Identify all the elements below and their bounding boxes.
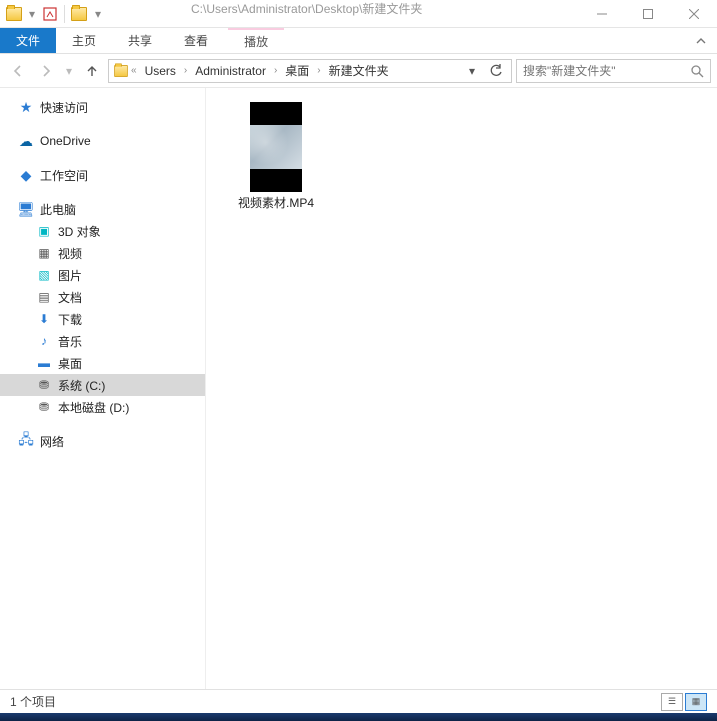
- nav-quick-access[interactable]: ★快速访问: [0, 96, 205, 118]
- window-title-path: C:\Users\Administrator\Desktop\新建文件夹: [179, 0, 579, 27]
- desktop-icon: ▬: [36, 355, 52, 371]
- chevron-icon[interactable]: ›: [317, 65, 320, 76]
- ribbon-collapse-icon[interactable]: [685, 28, 717, 53]
- new-folder-icon[interactable]: [67, 0, 91, 28]
- tab-play[interactable]: 播放: [228, 28, 284, 53]
- star-icon: ★: [18, 99, 34, 115]
- back-button[interactable]: [6, 59, 30, 83]
- folder-icon[interactable]: [2, 0, 26, 28]
- chevron-icon[interactable]: ›: [184, 65, 187, 76]
- up-button[interactable]: [80, 59, 104, 83]
- address-bar: ▾ « Users › Administrator › 桌面 › 新建文件夹 ▾: [0, 54, 717, 88]
- address-box[interactable]: « Users › Administrator › 桌面 › 新建文件夹 ▾: [108, 59, 512, 83]
- body: ★快速访问 ☁OneDrive ◆工作空间 🖥此电脑 ▣3D 对象 ▦视频 ▧图…: [0, 88, 717, 689]
- properties-icon[interactable]: [38, 0, 62, 28]
- quick-access-toolbar: ▾ ▾: [0, 0, 107, 28]
- ribbon-tabs: 文件 主页 共享 查看 播放: [0, 28, 717, 54]
- nav-downloads[interactable]: ⬇下载: [0, 308, 205, 330]
- nav-documents[interactable]: ▤文档: [0, 286, 205, 308]
- nav-network[interactable]: 🖧网络: [0, 430, 205, 452]
- qat-dropdown[interactable]: ▾: [26, 0, 38, 28]
- title-bar: ▾ ▾ 视频工具 C:\Users\Administrator\Desktop\…: [0, 0, 717, 28]
- taskbar-sliver: [0, 713, 717, 721]
- nav-videos[interactable]: ▦视频: [0, 242, 205, 264]
- disk-icon: ⛃: [36, 377, 52, 393]
- details-view-button[interactable]: ☰: [661, 693, 683, 711]
- network-icon: 🖧: [18, 433, 34, 449]
- recent-dropdown[interactable]: ▾: [62, 59, 76, 83]
- cube-icon: ▣: [36, 223, 52, 239]
- icons-view-button[interactable]: ▦: [685, 693, 707, 711]
- forward-button[interactable]: [34, 59, 58, 83]
- file-item[interactable]: 视频素材.MP4: [230, 102, 322, 212]
- file-view[interactable]: 视频素材.MP4: [206, 88, 717, 689]
- nav-workspace[interactable]: ◆工作空间: [0, 164, 205, 186]
- film-icon: ▦: [36, 245, 52, 261]
- qat-overflow[interactable]: ▾: [91, 0, 105, 28]
- file-tab[interactable]: 文件: [0, 28, 56, 53]
- window-controls: [579, 0, 717, 28]
- maximize-button[interactable]: [625, 0, 671, 28]
- crumb-admin[interactable]: Administrator: [189, 62, 272, 80]
- nav-3d-objects[interactable]: ▣3D 对象: [0, 220, 205, 242]
- navigation-pane[interactable]: ★快速访问 ☁OneDrive ◆工作空间 🖥此电脑 ▣3D 对象 ▦视频 ▧图…: [0, 88, 206, 689]
- nav-onedrive[interactable]: ☁OneDrive: [0, 130, 205, 152]
- tab-share[interactable]: 共享: [112, 28, 168, 53]
- status-bar: 1 个项目 ☰ ▦: [0, 689, 717, 713]
- nav-pictures[interactable]: ▧图片: [0, 264, 205, 286]
- close-button[interactable]: [671, 0, 717, 28]
- crumb-desktop[interactable]: 桌面: [279, 60, 315, 81]
- nav-this-pc[interactable]: 🖥此电脑: [0, 198, 205, 220]
- address-dropdown[interactable]: ▾: [461, 61, 483, 81]
- picture-icon: ▧: [36, 267, 52, 283]
- refresh-button[interactable]: [485, 61, 507, 81]
- music-icon: ♪: [36, 333, 52, 349]
- chevron-icon[interactable]: ›: [274, 65, 277, 76]
- tab-view[interactable]: 查看: [168, 28, 224, 53]
- search-input[interactable]: [523, 64, 690, 78]
- tab-home[interactable]: 主页: [56, 28, 112, 53]
- chevron-icon[interactable]: «: [131, 65, 137, 76]
- crumb-folder[interactable]: 新建文件夹: [323, 60, 395, 81]
- document-icon: ▤: [36, 289, 52, 305]
- nav-music[interactable]: ♪音乐: [0, 330, 205, 352]
- item-count: 1 个项目: [10, 693, 56, 710]
- pc-icon: 🖥: [18, 201, 34, 217]
- nav-local-d[interactable]: ⛃本地磁盘 (D:): [0, 396, 205, 418]
- minimize-button[interactable]: [579, 0, 625, 28]
- view-toggles: ☰ ▦: [661, 693, 707, 711]
- search-icon: [690, 64, 704, 78]
- diamond-icon: ◆: [18, 167, 34, 183]
- cloud-icon: ☁: [18, 133, 34, 149]
- video-thumbnail: [250, 102, 302, 192]
- crumb-users[interactable]: Users: [139, 62, 182, 80]
- folder-icon: [114, 65, 128, 77]
- download-icon: ⬇: [36, 311, 52, 327]
- nav-desktop[interactable]: ▬桌面: [0, 352, 205, 374]
- search-box[interactable]: [516, 59, 711, 83]
- file-name-label: 视频素材.MP4: [238, 196, 314, 212]
- nav-system-c[interactable]: ⛃系统 (C:): [0, 374, 205, 396]
- disk-icon: ⛃: [36, 399, 52, 415]
